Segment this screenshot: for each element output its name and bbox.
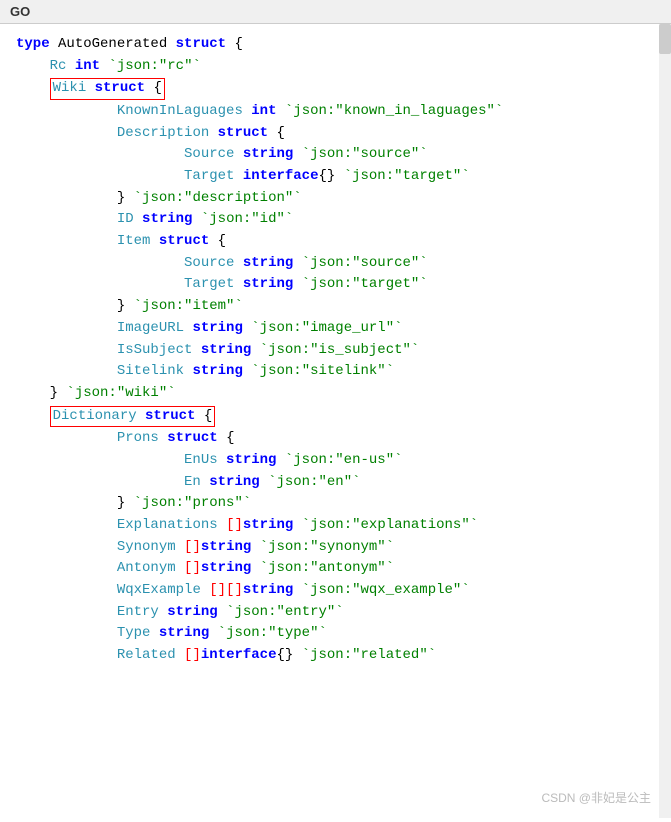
code-container: type AutoGenerated struct { Rc int `json… [0,24,671,818]
code-line: ImageURL string `json:"image_url"` [16,318,655,340]
code-line: Source string `json:"source"` [16,253,655,275]
scrollbar-thumb[interactable] [659,24,671,54]
code-line: } `json:"description"` [16,188,655,210]
code-line-wiki: Wiki struct { [16,77,655,101]
scrollbar[interactable] [659,24,671,818]
code-line: ID string `json:"id"` [16,209,655,231]
watermark: CSDN @非妃是公主 [541,789,651,808]
code-line: IsSubject string `json:"is_subject"` [16,340,655,362]
code-line: Related []interface{} `json:"related"` [16,645,655,667]
code-line: WqxExample [][]string `json:"wqx_example… [16,580,655,602]
code-line: } `json:"item"` [16,296,655,318]
code-line: EnUs string `json:"en-us"` [16,450,655,472]
code-block: type AutoGenerated struct { Rc int `json… [16,34,655,667]
code-line: Prons struct { [16,428,655,450]
code-line-dictionary: Dictionary struct { [16,405,655,429]
title-bar: GO [0,0,671,24]
code-line: Source string `json:"source"` [16,144,655,166]
code-line: Item struct { [16,231,655,253]
code-line: Explanations []string `json:"explanation… [16,515,655,537]
code-line: Description struct { [16,123,655,145]
code-line: Entry string `json:"entry"` [16,602,655,624]
code-line: Rc int `json:"rc"` [16,56,655,78]
code-line: Synonym []string `json:"synonym"` [16,537,655,559]
title-text: GO [10,4,30,19]
code-line: KnownInLaguages int `json:"known_in_lagu… [16,101,655,123]
code-line: Sitelink string `json:"sitelink"` [16,361,655,383]
code-line: } `json:"prons"` [16,493,655,515]
code-line: Antonym []string `json:"antonym"` [16,558,655,580]
code-line: En string `json:"en"` [16,472,655,494]
code-line: type AutoGenerated struct { [16,34,655,56]
code-line: Target string `json:"target"` [16,274,655,296]
code-line: Target interface{} `json:"target"` [16,166,655,188]
code-line: } `json:"wiki"` [16,383,655,405]
code-line: Type string `json:"type"` [16,623,655,645]
